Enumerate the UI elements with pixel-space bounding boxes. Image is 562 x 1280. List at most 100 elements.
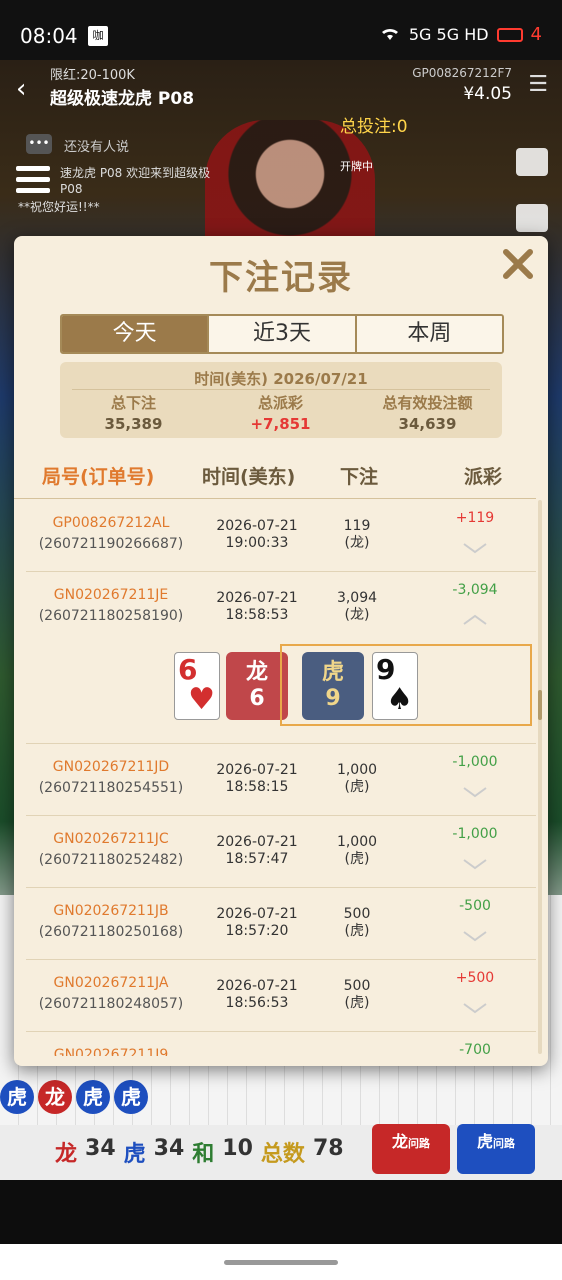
header-order: 局号(订单号) bbox=[42, 466, 155, 488]
payout: -500 bbox=[459, 898, 491, 914]
chevron-down-icon[interactable] bbox=[462, 856, 488, 870]
header-bet: 下注 bbox=[340, 466, 379, 488]
game-number: GN020267211JD bbox=[52, 759, 170, 775]
payout: +500 bbox=[455, 970, 495, 986]
chevron-down-icon[interactable] bbox=[462, 1000, 488, 1014]
table-header: 局号(订单号) 时间(美东) 下注 派彩 bbox=[14, 462, 548, 496]
wifi-icon bbox=[379, 25, 401, 45]
battery-level: 4 bbox=[530, 24, 542, 45]
menu-icon[interactable]: ☰ bbox=[528, 72, 548, 97]
close-icon[interactable] bbox=[496, 242, 540, 286]
payout: +119 bbox=[455, 510, 495, 526]
game-number: GN020267211JE bbox=[53, 587, 169, 603]
dragon-card: 6 ♥ bbox=[174, 652, 220, 720]
summary-valid-bet: 总有效投注额 34,639 bbox=[382, 394, 473, 433]
chat-message: **祝您好运!!** bbox=[18, 200, 100, 214]
payout: -700 bbox=[459, 1042, 491, 1056]
tie-count: 10 bbox=[222, 1136, 253, 1161]
chevron-down-icon[interactable] bbox=[462, 784, 488, 798]
order-number: (260721180254551) bbox=[38, 780, 184, 796]
chevron-up-icon[interactable] bbox=[462, 612, 488, 626]
table-row[interactable]: GN020267211JE (260721180258190) 2026-07-… bbox=[26, 572, 536, 744]
bet-history-modal: 下注记录 今天 近3天 本周 时间(美东) 2026/07/21 总下注 35,… bbox=[14, 236, 548, 1066]
table-row[interactable]: GN020267211JC (260721180252482) 2026-07-… bbox=[26, 816, 536, 888]
chat-hint: 还没有人说 bbox=[64, 140, 130, 155]
order-number: (260721180248057) bbox=[38, 996, 184, 1012]
summary-date: 时间(美东) 2026/07/21 bbox=[194, 370, 368, 388]
dragon-count: 34 bbox=[85, 1136, 116, 1161]
table-row[interactable]: GN020267211JB (260721180250168) 2026-07-… bbox=[26, 888, 536, 960]
tab-today[interactable]: 今天 bbox=[62, 316, 210, 352]
bet-amount: 1,000 (虎) bbox=[336, 834, 378, 867]
chevron-down-icon[interactable] bbox=[462, 928, 488, 942]
period-tabs: 今天 近3天 本周 bbox=[60, 314, 504, 354]
road-bead: 虎 bbox=[114, 1080, 148, 1114]
bet-amount: 3,094 (龙) bbox=[336, 590, 378, 623]
total-bet: 总投注:0 bbox=[340, 117, 408, 137]
round-result: 6 ♥ 龙 6 虎 9 9 ♠ bbox=[156, 644, 536, 726]
status-time: 08:04 bbox=[20, 24, 78, 48]
bet-amount: 1,000 (虎) bbox=[336, 762, 378, 795]
chevron-down-icon[interactable] bbox=[462, 540, 488, 554]
tab-last-3-days[interactable]: 近3天 bbox=[209, 316, 357, 352]
status-indicators: 5G 5G HD 4 bbox=[379, 24, 542, 45]
round-status: 开牌中 bbox=[340, 160, 373, 173]
order-number: (260721180258190) bbox=[38, 608, 184, 624]
balance: ¥4.05 bbox=[463, 84, 512, 104]
bet-time: 2026-07-21 19:00:33 bbox=[216, 518, 298, 551]
bet-time: 2026-07-21 18:57:47 bbox=[216, 834, 298, 867]
video-icon[interactable] bbox=[516, 148, 548, 176]
bet-time: 2026-07-21 18:57:20 bbox=[216, 906, 298, 939]
camera-icon[interactable] bbox=[516, 204, 548, 232]
table-row[interactable]: GN020267211JA (260721180248057) 2026-07-… bbox=[26, 960, 536, 1032]
payout: -3,094 bbox=[452, 582, 498, 598]
navigation-bar bbox=[0, 1244, 562, 1280]
order-number: (260721180252482) bbox=[38, 852, 184, 868]
chat-icon[interactable]: ••• bbox=[26, 134, 52, 154]
total-label: 总数 bbox=[260, 1142, 305, 1167]
tiger-card: 9 ♠ bbox=[372, 652, 418, 720]
bet-time: 2026-07-21 18:58:53 bbox=[216, 590, 298, 623]
back-arrow-icon[interactable]: ‹ bbox=[16, 74, 26, 104]
app-badge-icon: 咖 bbox=[88, 26, 108, 46]
bet-time: 2026-07-21 18:58:15 bbox=[216, 762, 298, 795]
bet-amount: 500 (虎) bbox=[343, 906, 371, 939]
total-count: 78 bbox=[312, 1136, 344, 1161]
network-label: 5G 5G HD bbox=[408, 25, 489, 44]
table-row[interactable]: GN020267211J9 -700 bbox=[26, 1032, 536, 1056]
dragon-label: 龙 bbox=[55, 1142, 78, 1167]
scrollbar[interactable] bbox=[538, 500, 542, 1054]
game-id: GP008267212F7 bbox=[412, 66, 512, 80]
game-number: GN020267211JA bbox=[53, 975, 169, 991]
divider bbox=[14, 498, 536, 499]
heart-icon: ♥ bbox=[188, 682, 215, 717]
bet-records-list: GP008267212AL (260721190266687) 2026-07-… bbox=[26, 500, 536, 1056]
summary-total-payout: 总派彩 +7,851 bbox=[250, 394, 311, 433]
divider bbox=[72, 389, 490, 390]
battery-icon bbox=[496, 27, 523, 42]
bet-amount: 119 (龙) bbox=[343, 518, 371, 551]
bead-road: 虎 龙 虎 虎 bbox=[0, 1080, 148, 1114]
header-time: 时间(美东) bbox=[202, 466, 296, 488]
dragon-ask-road-button[interactable]: 龙问路 bbox=[372, 1124, 450, 1174]
bet-limit: 限红:20-100K bbox=[50, 68, 135, 83]
table-row[interactable]: GN020267211JD (260721180254551) 2026-07-… bbox=[26, 744, 536, 816]
game-number: GN020267211JB bbox=[53, 903, 169, 919]
chat-message: 速龙虎 P08 欢迎来到超级极 bbox=[60, 166, 211, 180]
table-row[interactable]: GP008267212AL (260721190266687) 2026-07-… bbox=[26, 500, 536, 572]
bottom-area bbox=[0, 1180, 562, 1244]
dragon-result-box: 龙 6 bbox=[226, 652, 288, 720]
tiger-ask-road-button[interactable]: 虎问路 bbox=[457, 1124, 535, 1174]
modal-title: 下注记录 bbox=[209, 258, 353, 298]
home-indicator[interactable] bbox=[224, 1260, 338, 1265]
tiger-result-box: 虎 9 bbox=[302, 652, 364, 720]
summary-total-bet: 总下注 35,389 bbox=[104, 394, 163, 433]
header-payout: 派彩 bbox=[464, 466, 503, 488]
tab-this-week[interactable]: 本周 bbox=[356, 316, 502, 352]
hamburger-icon[interactable] bbox=[16, 166, 50, 196]
game-number: GN020267211JC bbox=[53, 831, 169, 847]
payout: -1,000 bbox=[452, 826, 498, 842]
chat-message: P08 bbox=[60, 182, 83, 196]
scrollbar-thumb[interactable] bbox=[538, 690, 542, 720]
game-title: 超级极速龙虎 P08 bbox=[50, 89, 195, 109]
